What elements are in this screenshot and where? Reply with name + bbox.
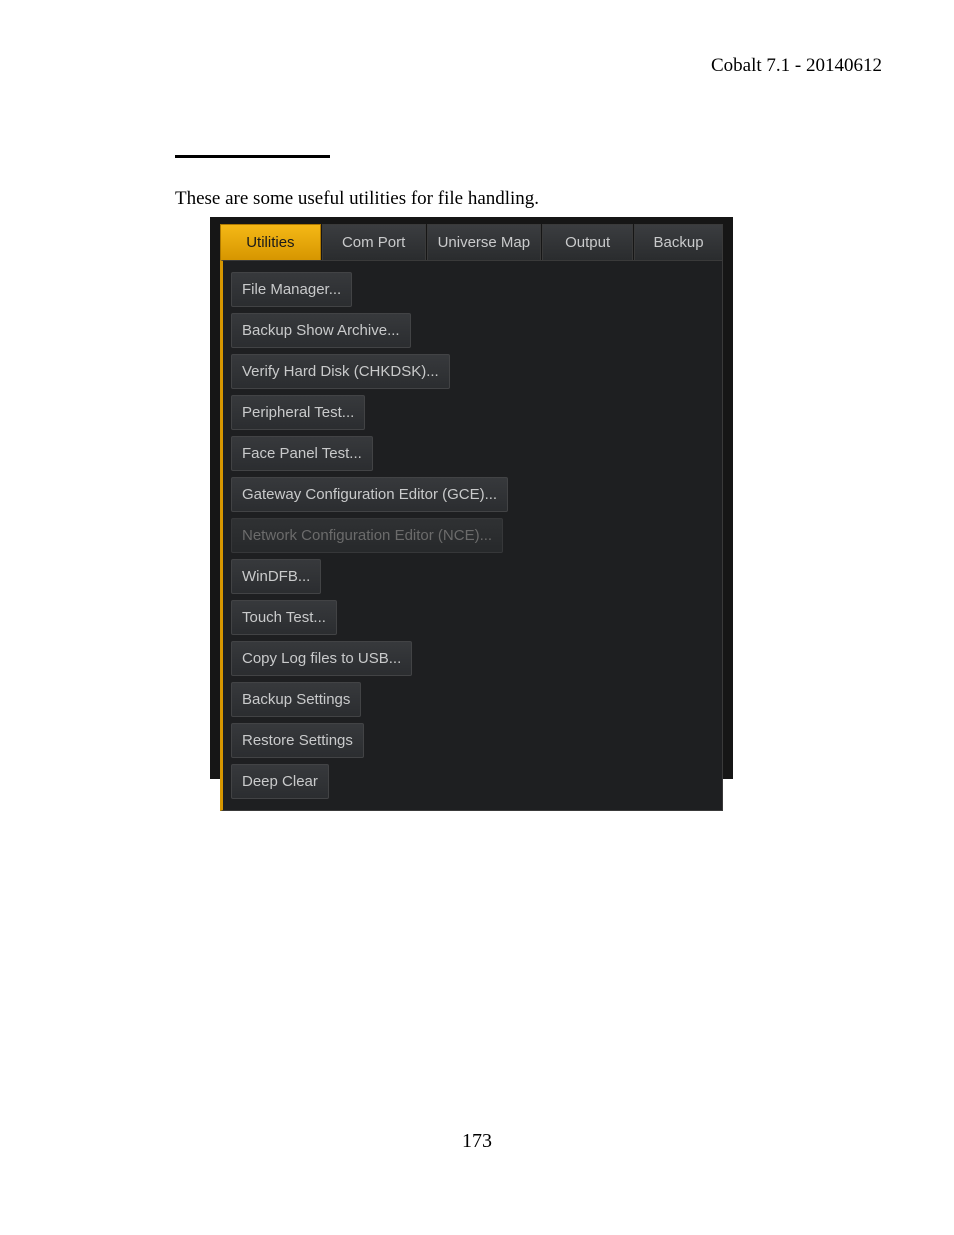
- item-windfb[interactable]: WinDFB...: [231, 559, 321, 594]
- tab-output[interactable]: Output: [542, 224, 633, 260]
- tab-universe-map[interactable]: Universe Map: [427, 224, 542, 260]
- tab-content: File Manager... Backup Show Archive... V…: [220, 260, 723, 811]
- intro-text: These are some useful utilities for file…: [175, 188, 539, 210]
- tab-utilities[interactable]: Utilities: [220, 224, 321, 260]
- horizontal-rule: [175, 155, 330, 158]
- tab-bar: Utilities Com Port Universe Map Output B…: [210, 217, 733, 260]
- item-verify-hard-disk[interactable]: Verify Hard Disk (CHKDSK)...: [231, 354, 450, 389]
- tab-com-port[interactable]: Com Port: [322, 224, 426, 260]
- tab-backup[interactable]: Backup: [634, 224, 723, 260]
- page-number: 173: [0, 1130, 954, 1153]
- item-copy-log-files[interactable]: Copy Log files to USB...: [231, 641, 412, 676]
- item-gateway-config-editor[interactable]: Gateway Configuration Editor (GCE)...: [231, 477, 508, 512]
- doc-header: Cobalt 7.1 - 20140612: [711, 55, 882, 77]
- item-backup-show-archive[interactable]: Backup Show Archive...: [231, 313, 411, 348]
- item-peripheral-test[interactable]: Peripheral Test...: [231, 395, 365, 430]
- item-file-manager[interactable]: File Manager...: [231, 272, 352, 307]
- item-restore-settings[interactable]: Restore Settings: [231, 723, 364, 758]
- item-face-panel-test[interactable]: Face Panel Test...: [231, 436, 373, 471]
- item-backup-settings[interactable]: Backup Settings: [231, 682, 361, 717]
- item-deep-clear[interactable]: Deep Clear: [231, 764, 329, 799]
- utilities-panel: Utilities Com Port Universe Map Output B…: [210, 217, 733, 779]
- item-touch-test[interactable]: Touch Test...: [231, 600, 337, 635]
- item-network-config-editor: Network Configuration Editor (NCE)...: [231, 518, 503, 553]
